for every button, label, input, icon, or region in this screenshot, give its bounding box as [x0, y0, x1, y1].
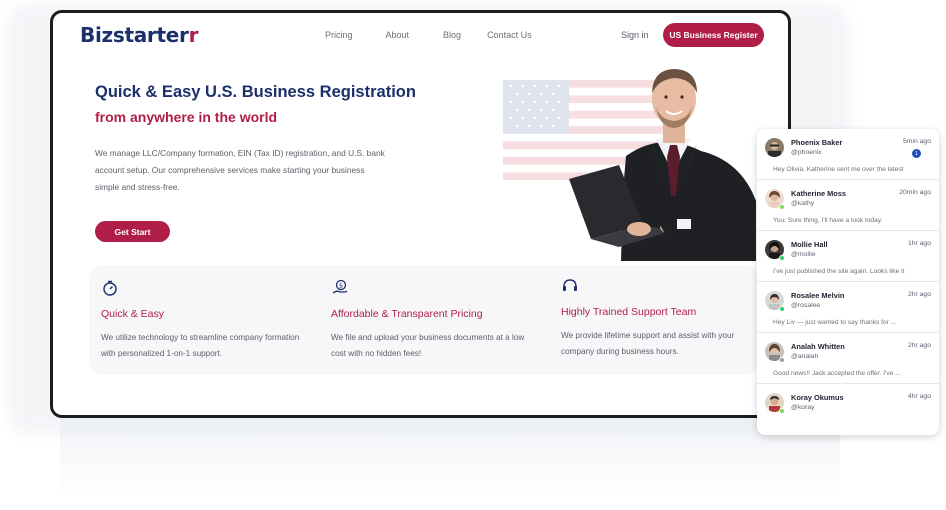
avatar: [765, 138, 784, 157]
chat-name: Rosalee Melvin: [791, 291, 845, 300]
features-panel: Quick & Easy We utilize technology to st…: [89, 265, 759, 375]
chat-message: You: Sure thing, I'll have a look today.: [773, 217, 883, 224]
online-indicator: [779, 204, 785, 210]
chat-time: 2hr ago: [907, 342, 931, 349]
browser-window: Bizstarterr Pricing About Blog Contact U…: [50, 10, 791, 418]
chat-time: 1hr ago: [907, 240, 931, 247]
chat-message: I've just published the site again. Look…: [773, 268, 905, 275]
chat-item[interactable]: Rosalee Melvin @rosalee 2hr ago Hey Liv …: [757, 282, 939, 333]
chat-message: Hey Olivia, Katherine sent me over the l…: [773, 166, 904, 173]
stopwatch-icon: [103, 280, 117, 296]
chat-name: Phoenix Baker: [791, 138, 843, 147]
hero-description: We manage LLC/Company formation, EIN (Ta…: [95, 148, 385, 192]
logo-text: Bizstarter: [80, 23, 189, 47]
chat-handle: @analah: [791, 353, 819, 360]
nav-link-blog[interactable]: Blog: [443, 30, 461, 40]
nav-link-about[interactable]: About: [386, 30, 410, 40]
chat-item[interactable]: Koray Okumus @koray 4hr ago: [757, 384, 939, 435]
businessman-with-laptop-image: [569, 69, 756, 261]
get-start-button[interactable]: Get Start: [95, 221, 170, 242]
stage: Bizstarterr Pricing About Blog Contact U…: [0, 0, 946, 510]
chat-handle: @mollie: [791, 251, 816, 258]
online-indicator: [779, 357, 785, 363]
chat-name: Mollie Hall: [791, 240, 828, 249]
nav-link-pricing[interactable]: Pricing: [325, 30, 353, 40]
online-indicator: [779, 408, 785, 414]
chat-name: Analah Whitten: [791, 342, 845, 351]
online-indicator: [779, 255, 785, 261]
brand-logo[interactable]: Bizstarterr: [80, 23, 198, 47]
nav-links: Pricing About Blog Contact Us: [325, 30, 565, 40]
feature-description: We provide lifetime support and assist w…: [561, 331, 735, 356]
chat-handle: @koray: [791, 404, 815, 411]
chat-name: Katherine Moss: [791, 189, 847, 198]
chat-time: 20min ago: [899, 189, 931, 196]
chat-handle: @phoenix: [791, 149, 822, 156]
feature-support: Highly Trained Support Team We provide l…: [561, 277, 761, 360]
logo-accent: r: [188, 23, 199, 47]
feature-title: Highly Trained Support Team: [561, 306, 697, 318]
headset-icon: [563, 279, 577, 291]
top-navigation: Bizstarterr Pricing About Blog Contact U…: [53, 13, 788, 57]
chat-message: Hey Liv — just wanted to say thanks for …: [773, 319, 897, 326]
chat-time: 2hr ago: [907, 291, 931, 298]
chat-list-panel: Phoenix Baker @phoenix 5min ago 1 Hey Ol…: [757, 129, 939, 435]
chat-item[interactable]: Analah Whitten @analah 2hr ago Good news…: [757, 333, 939, 384]
feature-title: Affordable & Transparent Pricing: [331, 308, 483, 320]
window-reflection: [60, 418, 840, 498]
nav-link-contact[interactable]: Contact Us: [487, 30, 532, 40]
chat-item[interactable]: Mollie Hall @mollie 1hr ago I've just pu…: [757, 231, 939, 282]
unread-badge: 1: [912, 149, 921, 158]
chat-time: 4hr ago: [907, 393, 931, 400]
chat-item[interactable]: Katherine Moss @kathy 20min ago You: Sur…: [757, 180, 939, 231]
svg-text:$: $: [339, 282, 343, 290]
chat-message: Good news!! Jack accepted the offer. I'v…: [773, 370, 901, 377]
sign-in-link[interactable]: Sign in: [621, 30, 649, 40]
us-business-register-button[interactable]: US Business Register: [663, 23, 764, 47]
chat-handle: @kathy: [791, 200, 815, 207]
hero-subtitle: from anywhere in the world: [95, 109, 278, 125]
feature-pricing: $ Affordable & Transparent Pricing We fi…: [331, 279, 531, 362]
online-indicator: [779, 306, 785, 312]
coin-hand-icon: $: [332, 279, 348, 294]
hero-title: Quick & Easy U.S. Business Registration: [95, 83, 416, 101]
feature-description: We utilize technology to streamline comp…: [101, 333, 300, 358]
feature-title: Quick & Easy: [101, 308, 165, 320]
feature-quick-easy: Quick & Easy We utilize technology to st…: [101, 279, 301, 362]
chat-handle: @rosalee: [791, 302, 821, 309]
chat-item[interactable]: Phoenix Baker @phoenix 5min ago 1 Hey Ol…: [757, 129, 939, 180]
chat-name: Koray Okumus: [791, 393, 844, 402]
chat-time: 5min ago: [903, 138, 931, 145]
feature-description: We file and upload your business documen…: [331, 333, 525, 358]
